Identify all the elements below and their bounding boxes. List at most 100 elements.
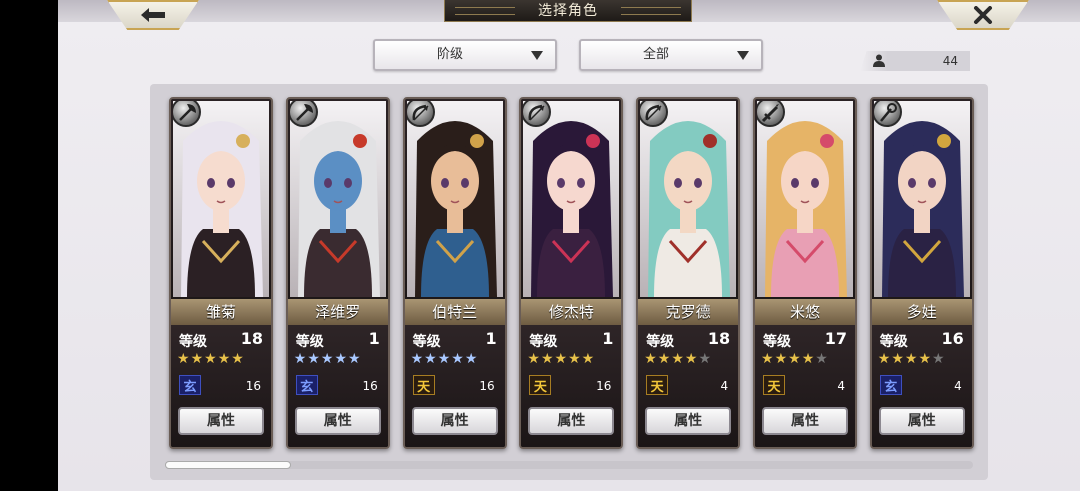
star-icon: ★ (671, 351, 684, 367)
star-rating: ★ ★ ★ ★ ★ (644, 351, 711, 367)
level-value: 18 (707, 329, 731, 348)
character-stats: 等级 18 ★ ★ ★ ★ ★ 玄 16 属性 (171, 325, 271, 447)
star-rating: ★ ★ ★ ★ ★ (761, 351, 828, 367)
character-portrait (289, 101, 386, 297)
star-icon: ★ (877, 351, 891, 367)
attribute-button[interactable]: 属性 (528, 407, 615, 435)
chevron-down-icon (531, 51, 543, 60)
character-stats: 等级 1 ★ ★ ★ ★ ★ 天 16 属性 (404, 325, 505, 447)
attribute-button[interactable]: 属性 (294, 407, 381, 435)
rank-number: 16 (362, 379, 378, 393)
type-filter-label: 全部 (642, 47, 669, 62)
character-portrait (757, 101, 853, 297)
character-portrait (523, 101, 620, 297)
character-portrait (406, 101, 503, 297)
character-stats: 等级 1 ★ ★ ★ ★ ★ 玄 16 属性 (287, 325, 388, 447)
rank-number: 4 (954, 379, 962, 393)
bow-icon (523, 101, 552, 127)
star-icon: ★ (464, 351, 478, 367)
rank-badge-icon: 天 (763, 375, 785, 395)
star-rating: ★ ★ ★ ★ ★ (294, 351, 361, 367)
class-filter-dropdown[interactable]: 阶级 (373, 39, 557, 71)
character-card[interactable]: 克罗德 等级 18 ★ ★ ★ ★ ★ 天 4 属性 (636, 97, 741, 449)
star-icon: ★ (891, 351, 904, 367)
character-card[interactable]: 修杰特 等级 1 ★ ★ ★ ★ ★ 天 16 属性 (519, 97, 624, 449)
character-stats: 等级 16 ★ ★ ★ ★ ★ 玄 4 属性 (871, 325, 972, 447)
type-filter-dropdown[interactable]: 全部 (579, 39, 763, 71)
star-icon: ★ (918, 351, 932, 367)
star-icon: ★ (217, 351, 231, 367)
axe-icon (289, 101, 318, 127)
star-icon: ★ (644, 351, 657, 367)
rank-number: 16 (479, 379, 495, 393)
rank-number: 4 (837, 379, 845, 393)
person-icon (873, 54, 885, 67)
character-card[interactable]: 伯特兰 等级 1 ★ ★ ★ ★ ★ 天 16 属性 (402, 97, 507, 449)
attribute-button[interactable]: 属性 (645, 407, 732, 435)
star-icon: ★ (231, 351, 244, 367)
rank-number: 4 (720, 379, 729, 393)
star-icon: ★ (581, 351, 595, 367)
level-value: 17 (824, 329, 847, 348)
star-icon: ★ (451, 351, 464, 367)
level-value: 18 (240, 329, 263, 348)
character-portrait (873, 101, 970, 297)
bow-icon (406, 101, 435, 127)
star-icon: ★ (190, 351, 204, 367)
star-icon: ★ (527, 351, 540, 367)
star-icon: ★ (177, 351, 190, 367)
level-label: 等级 (763, 334, 791, 350)
star-icon: ★ (684, 351, 698, 367)
rank-badge-icon: 天 (412, 375, 435, 395)
class-filter-label: 阶级 (436, 47, 463, 62)
attribute-button[interactable]: 属性 (411, 407, 498, 435)
star-icon: ★ (307, 351, 320, 367)
staff-icon (873, 101, 902, 127)
level-value: 1 (602, 329, 614, 348)
level-label: 等级 (412, 334, 441, 350)
level-label: 等级 (879, 334, 908, 350)
bow-icon (640, 101, 669, 127)
star-icon: ★ (761, 351, 774, 367)
character-name: 米悠 (755, 299, 855, 325)
character-name: 修杰特 (521, 299, 622, 325)
star-icon: ★ (348, 351, 361, 367)
star-icon: ★ (657, 351, 671, 367)
page-title: 选择角色 (444, 0, 692, 22)
attribute-button[interactable]: 属性 (762, 407, 848, 435)
character-card[interactable]: 泽维罗 等级 1 ★ ★ ★ ★ ★ 玄 16 属性 (285, 97, 390, 449)
rank-number: 16 (245, 379, 261, 393)
level-label: 等级 (646, 334, 675, 350)
star-icon: ★ (904, 351, 918, 367)
level-value: 1 (485, 329, 497, 348)
star-icon: ★ (932, 351, 945, 367)
attribute-button[interactable]: 属性 (178, 407, 264, 435)
rank-number: 16 (596, 379, 612, 393)
star-rating: ★ ★ ★ ★ ★ (878, 351, 945, 367)
star-icon: ★ (554, 351, 568, 367)
star-rating: ★ ★ ★ ★ ★ (411, 351, 478, 367)
screen-edge (0, 0, 58, 491)
star-rating: ★ ★ ★ ★ ★ (177, 351, 244, 367)
character-portrait (173, 101, 269, 297)
rank-badge-icon: 玄 (295, 375, 318, 395)
star-icon: ★ (334, 351, 348, 367)
star-icon: ★ (293, 351, 307, 367)
level-value: 1 (368, 329, 380, 348)
close-icon (974, 6, 992, 24)
character-card[interactable]: 多娃 等级 16 ★ ★ ★ ★ ★ 玄 4 属性 (869, 97, 974, 449)
level-value: 16 (941, 329, 964, 348)
character-card[interactable]: 雏菊 等级 18 ★ ★ ★ ★ ★ 玄 16 属性 (169, 97, 273, 449)
character-stats: 等级 18 ★ ★ ★ ★ ★ 天 4 属性 (638, 325, 739, 447)
level-label: 等级 (179, 334, 207, 350)
character-card[interactable]: 米悠 等级 17 ★ ★ ★ ★ ★ 天 4 属性 (753, 97, 857, 449)
star-icon: ★ (320, 351, 334, 367)
star-icon: ★ (204, 351, 217, 367)
star-icon: ★ (774, 351, 788, 367)
character-name: 多娃 (871, 299, 972, 325)
scrollbar-thumb[interactable] (165, 461, 291, 469)
star-rating: ★ ★ ★ ★ ★ (527, 351, 594, 367)
character-count: 44 (860, 51, 970, 71)
attribute-button[interactable]: 属性 (878, 407, 965, 435)
rank-badge-icon: 天 (529, 375, 552, 395)
